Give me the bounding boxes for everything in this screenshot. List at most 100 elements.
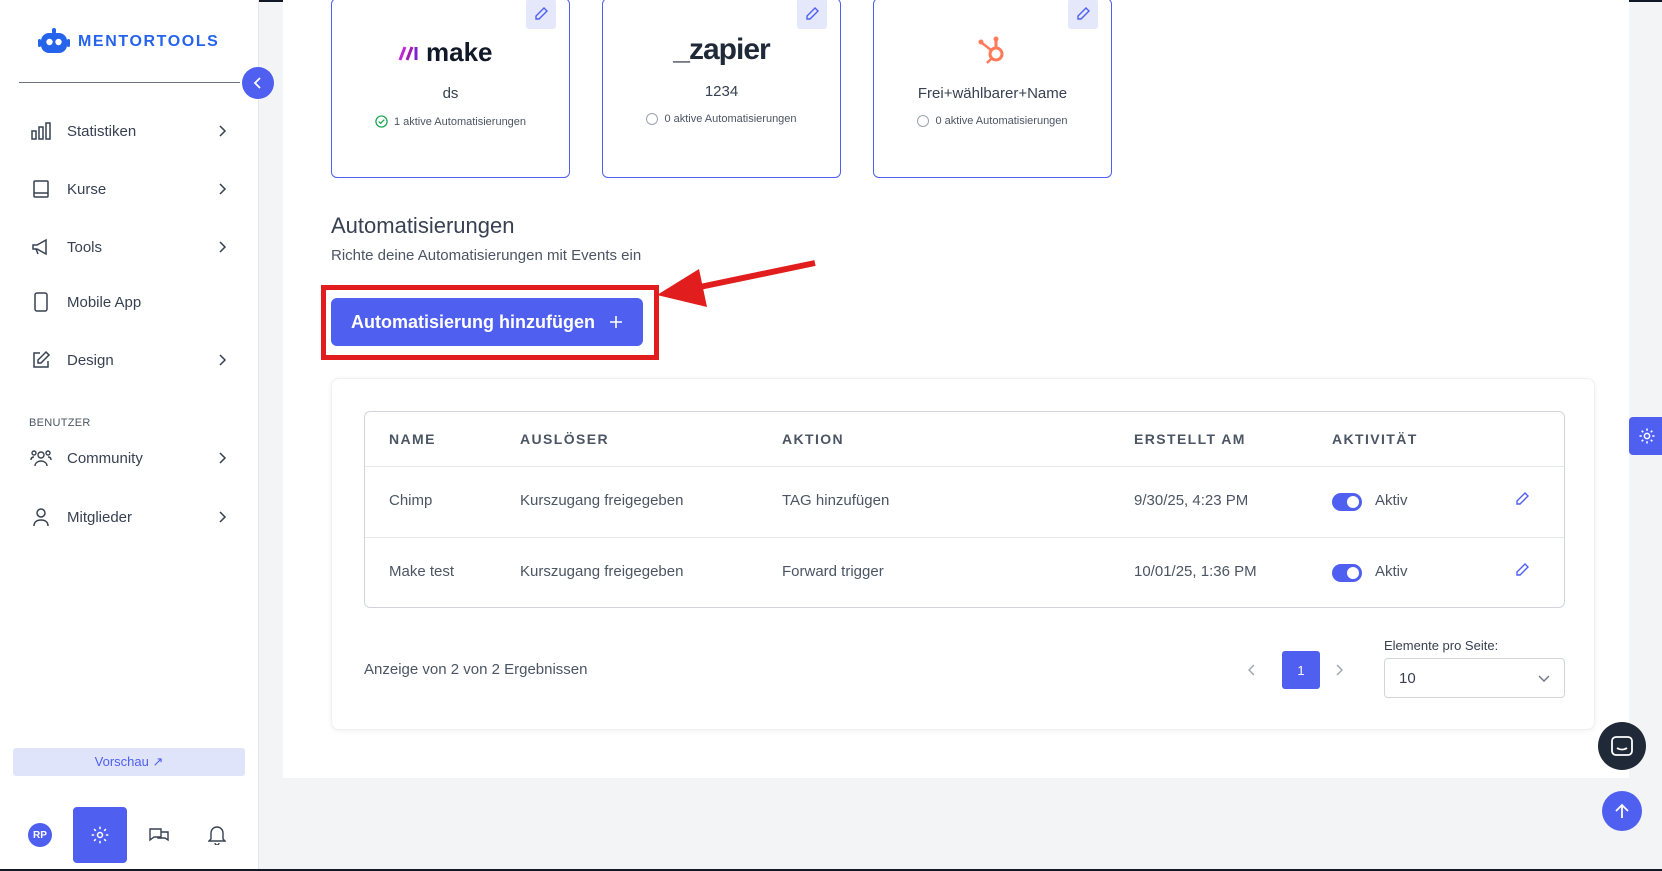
- notifications-button[interactable]: [190, 807, 244, 863]
- logo-text: MENTORTOOLS: [78, 33, 220, 50]
- robot-logo-icon: [38, 28, 70, 53]
- pencil-icon: [1077, 7, 1090, 20]
- sidebar-item-design[interactable]: Design: [30, 345, 230, 375]
- smartphone-icon: [30, 291, 52, 313]
- users-icon: [30, 447, 52, 469]
- chevron-right-icon: [216, 510, 230, 524]
- active-toggle[interactable]: [1332, 493, 1362, 511]
- preview-button[interactable]: Vorschau ↗: [13, 748, 245, 776]
- chevron-left-icon: [1247, 664, 1254, 676]
- megaphone-icon: [30, 236, 52, 258]
- active-toggle[interactable]: [1332, 564, 1362, 582]
- pagination-prev-button[interactable]: [1244, 662, 1258, 678]
- sidebar-item-label: Community: [67, 449, 143, 467]
- zapier-logo: _zapier: [673, 33, 770, 66]
- pagination-next-button[interactable]: [1332, 662, 1346, 678]
- cell-created: 9/30/25, 4:23 PM: [1134, 492, 1249, 509]
- sidebar-item-label: Statistiken: [67, 122, 137, 140]
- bell-icon: [208, 826, 226, 845]
- messages-button[interactable]: [132, 807, 186, 863]
- edit-row-button[interactable]: [1513, 490, 1531, 508]
- settings-button[interactable]: [73, 807, 127, 863]
- results-count: Anzeige von 2 von 2 Ergebnissen: [364, 661, 588, 678]
- row-divider: [365, 537, 1564, 538]
- cell-action: Forward trigger: [782, 563, 884, 580]
- section-title: Automatisierungen: [331, 213, 515, 238]
- cell-name: Make test: [389, 563, 455, 580]
- cell-action: TAG hinzufügen: [782, 492, 890, 509]
- sidebar-item-label: Design: [67, 351, 114, 369]
- user-icon: [30, 506, 52, 528]
- integration-card-hubspot[interactable]: Frei+wählbarer+Name 0 aktive Automatisie…: [873, 0, 1112, 178]
- pagination-page-1[interactable]: 1: [1282, 651, 1320, 689]
- chevron-down-icon: [1538, 675, 1550, 682]
- sidebar-item-community[interactable]: Community: [30, 443, 230, 473]
- gear-icon: [1639, 428, 1655, 444]
- per-page-select[interactable]: 10: [1384, 658, 1565, 698]
- cell-name: Chimp: [389, 492, 433, 509]
- chevron-right-icon: [1336, 664, 1343, 676]
- logo[interactable]: MENTORTOOLS: [38, 27, 219, 57]
- column-header-trigger[interactable]: AUSLÖSER: [520, 431, 609, 447]
- book-icon: [30, 178, 52, 200]
- scroll-to-top-button[interactable]: [1602, 791, 1642, 831]
- chevron-right-icon: [216, 182, 230, 196]
- sidebar-item-label: Kurse: [67, 180, 107, 198]
- column-header-created[interactable]: ERSTELLT AM: [1134, 431, 1246, 447]
- integration-status: 0 aktive Automatisierungen: [603, 113, 840, 125]
- empty-circle-icon: [917, 115, 930, 127]
- column-header-action[interactable]: AKTION: [782, 431, 844, 447]
- chat-widget-button[interactable]: [1598, 722, 1646, 770]
- edit-integration-button[interactable]: [797, 0, 827, 29]
- edit-row-button[interactable]: [1513, 561, 1531, 579]
- automations-table: NAME AUSLÖSER AKTION ERSTELLT AM AKTIVIT…: [364, 411, 1565, 608]
- integration-status: 0 aktive Automatisierungen: [874, 115, 1111, 127]
- chat-bubbles-icon: [149, 828, 169, 842]
- chevron-right-icon: [216, 353, 230, 367]
- avatar[interactable]: RP: [28, 823, 52, 847]
- chevron-left-icon: [253, 77, 261, 89]
- per-page-value: 10: [1399, 669, 1416, 687]
- red-arrow-annotation: [657, 260, 816, 307]
- sidebar-item-label: Mitglieder: [67, 508, 133, 526]
- cell-trigger: Kurszugang freigegeben: [520, 563, 684, 580]
- check-circle-icon: [375, 115, 388, 128]
- column-header-name[interactable]: NAME: [389, 431, 436, 447]
- add-automation-label: Automatisierung hinzufügen: [351, 311, 595, 332]
- automations-table-card: NAME AUSLÖSER AKTION ERSTELLT AM AKTIVIT…: [331, 378, 1595, 730]
- make-logo-icon: [398, 45, 418, 61]
- sidebar: MENTORTOOLS Statistiken Kurse Tools Mobi…: [0, 0, 259, 871]
- chevron-right-icon: [216, 451, 230, 465]
- chevron-right-icon: [216, 240, 230, 254]
- cell-status: Aktiv: [1375, 563, 1408, 580]
- edit-icon: [30, 349, 52, 371]
- hubspot-logo-icon: [978, 36, 1004, 64]
- sidebar-item-statistiken[interactable]: Statistiken: [30, 116, 230, 146]
- sidebar-item-tools[interactable]: Tools: [30, 232, 230, 262]
- add-automation-button[interactable]: Automatisierung hinzufügen: [331, 298, 643, 346]
- chevron-right-icon: [216, 124, 230, 138]
- pencil-icon: [1516, 563, 1529, 576]
- pencil-icon: [806, 7, 819, 20]
- settings-side-button[interactable]: [1629, 417, 1662, 455]
- integration-card-make[interactable]: make ds 1 aktive Automatisierungen: [331, 0, 570, 178]
- sidebar-item-label: Mobile App: [67, 293, 142, 311]
- column-header-activity[interactable]: AKTIVITÄT: [1332, 431, 1418, 447]
- sidebar-collapse-button[interactable]: [242, 67, 274, 99]
- section-subtitle: Richte deine Automatisierungen mit Event…: [331, 247, 642, 264]
- sidebar-item-kurse[interactable]: Kurse: [30, 174, 230, 204]
- plus-icon: [609, 316, 622, 328]
- edit-integration-button[interactable]: [526, 0, 556, 29]
- sidebar-bottom-bar: RP: [0, 805, 259, 865]
- pencil-icon: [535, 7, 548, 20]
- edit-integration-button[interactable]: [1068, 0, 1098, 29]
- cell-created: 10/01/25, 1:36 PM: [1134, 563, 1257, 580]
- pencil-icon: [1516, 492, 1529, 505]
- sidebar-item-label: Tools: [67, 238, 103, 256]
- bar-chart-icon: [30, 120, 52, 142]
- sidebar-item-mobile-app[interactable]: Mobile App: [30, 287, 230, 317]
- sidebar-item-mitglieder[interactable]: Mitglieder: [30, 502, 230, 532]
- integration-name: ds: [442, 85, 459, 102]
- integration-card-zapier[interactable]: _zapier 1234 0 aktive Automatisierungen: [602, 0, 841, 178]
- divider: [19, 82, 240, 83]
